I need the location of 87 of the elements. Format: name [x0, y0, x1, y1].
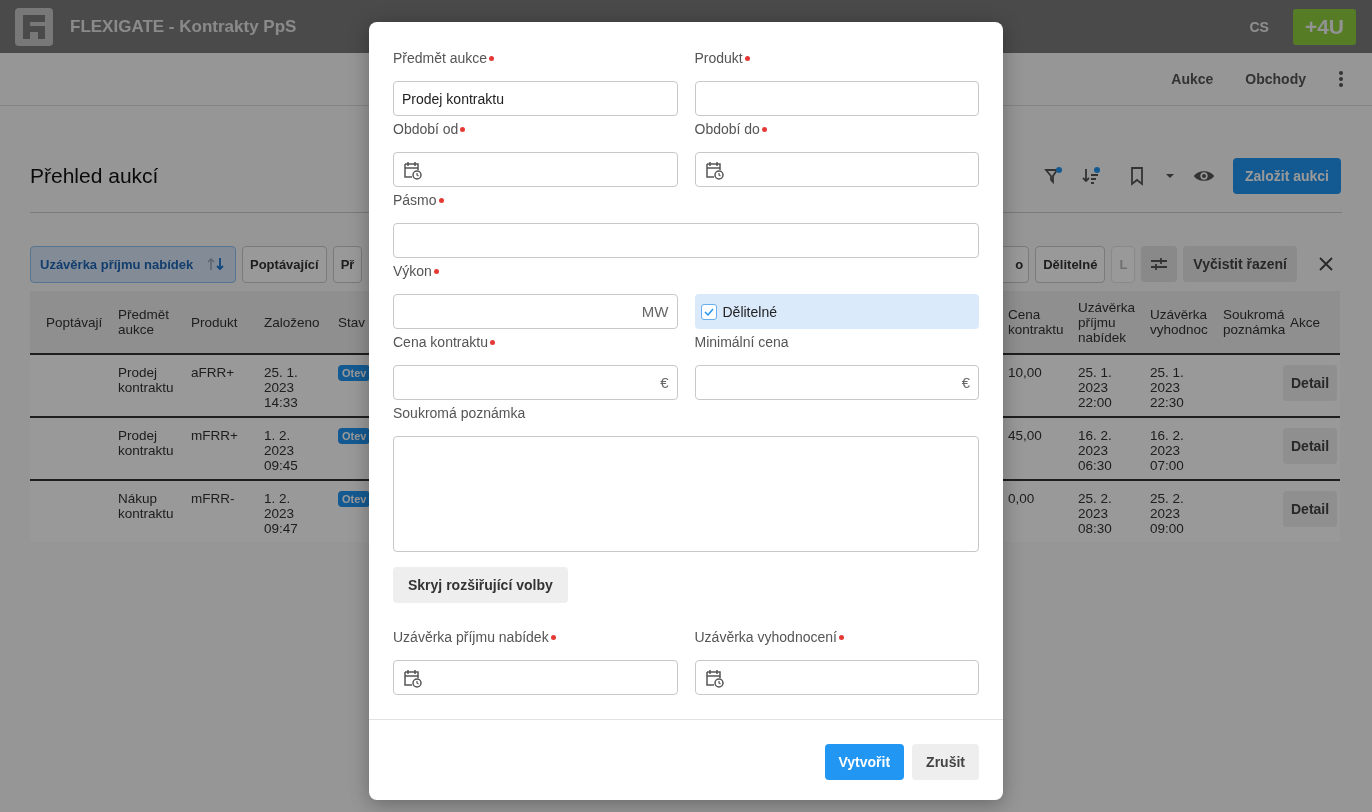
nav-link[interactable]: Aukce	[1171, 71, 1214, 87]
date-field[interactable]	[393, 660, 678, 695]
status-badge: Otev	[338, 365, 371, 381]
sort-chip[interactable]: Př	[332, 245, 363, 283]
table-cell-text: 25. 1. 2023 22:30	[1150, 365, 1185, 410]
detail-button[interactable]: Detail	[1283, 491, 1338, 527]
detail-button[interactable]: Detail	[1283, 428, 1338, 464]
field-label: Minimální cena	[694, 334, 789, 350]
textarea-field[interactable]	[393, 436, 979, 552]
toggle-options-button[interactable]: Skryj rozšiřující volby	[393, 567, 568, 603]
column-header: Produkt	[191, 314, 238, 330]
table-cell: 0,00	[1008, 491, 1035, 506]
field-label: Období od	[393, 121, 466, 137]
table-cell: mFRR-	[191, 491, 235, 506]
sort-chip[interactable]: Uzávěrka příjmu nabídek	[30, 245, 236, 283]
sort-chip[interactable]: Poptávající	[242, 245, 327, 283]
tune-button[interactable]	[1141, 246, 1178, 282]
table-cell: Prodej kontraktu	[118, 428, 174, 458]
field-label: Produkt	[694, 50, 750, 66]
table-cell-text: 25. 1. 2023 22:00	[1078, 365, 1113, 410]
column-header: Stav	[338, 314, 365, 330]
column-header: Uzávěrka příjmu nabídek	[1078, 299, 1137, 345]
page-title: Přehled aukcí	[30, 164, 159, 188]
column-header: Založeno	[264, 314, 320, 330]
clear-sort-button[interactable]: Vyčistit řazení	[1183, 246, 1297, 282]
column-header: Uzávěrka vyhodnoc	[1150, 307, 1209, 337]
create-auction-button[interactable]: Založit aukci	[1232, 158, 1341, 194]
status-badge: Otev	[338, 428, 371, 444]
field-label: Cena kontraktu	[393, 334, 495, 350]
table-cell-text: 1. 2. 2023 09:45	[264, 428, 299, 473]
create-button[interactable]: Vytvořit	[824, 744, 905, 780]
table-cell-text: 25. 2. 2023 09:00	[1150, 491, 1185, 536]
more-icon[interactable]	[1338, 70, 1344, 88]
column-header: Soukromá poznámka	[1223, 307, 1286, 337]
close-icon[interactable]	[1319, 257, 1333, 271]
table-cell-text: 16. 2. 2023 06:30	[1078, 428, 1113, 473]
eye-icon[interactable]	[1192, 168, 1215, 184]
input-field[interactable]	[694, 81, 979, 116]
calendar-clock-icon[interactable]	[402, 667, 422, 688]
logo-icon	[14, 6, 54, 47]
table-cell: 45,00	[1008, 428, 1042, 443]
table-cell: aFRR+	[191, 365, 235, 380]
column-header: Cena kontraktu	[1008, 307, 1065, 337]
detail-button[interactable]: Detail	[1283, 365, 1338, 401]
calendar-clock-icon[interactable]	[703, 667, 724, 688]
nav-link[interactable]: Obchody	[1245, 71, 1306, 87]
column-header: Předmět aukce	[118, 307, 171, 337]
checkbox-label: Dělitelné	[722, 303, 777, 320]
date-field[interactable]	[393, 152, 678, 187]
input-field[interactable]: €	[694, 365, 979, 400]
table-cell: mFRR+	[191, 428, 238, 443]
filter-icon[interactable]	[1042, 166, 1063, 186]
input-field[interactable]: Prodej kontraktu	[393, 81, 678, 116]
date-field[interactable]	[694, 152, 979, 187]
field-label: Soukromá poznámka	[393, 405, 526, 421]
table-cell: Nákup kontraktu	[118, 491, 174, 521]
calendar-clock-icon[interactable]	[402, 159, 422, 180]
sort-direction-icon	[206, 256, 226, 272]
status-badge: Otev	[338, 491, 371, 507]
checkbox[interactable]	[700, 303, 717, 320]
table-cell: 10,00	[1008, 365, 1042, 380]
table-cell: Prodej kontraktu	[118, 365, 174, 395]
input-field[interactable]: €	[393, 365, 678, 400]
input-field[interactable]: MW	[393, 294, 678, 329]
field-label: Předmět aukce	[393, 50, 495, 66]
table-cell-text: 25. 2. 2023 08:30	[1078, 491, 1113, 536]
checkbox-field[interactable]: Dělitelné	[694, 294, 979, 329]
caret-icon[interactable]	[1164, 171, 1175, 181]
sort-icon[interactable]	[1080, 166, 1101, 186]
table-cell-text: 1. 2. 2023 09:47	[264, 491, 299, 536]
sort-chip[interactable]: Dělitelné	[1035, 245, 1106, 283]
app-title: FLEXIGATE - Kontrakty PpS	[70, 16, 297, 37]
field-label: Uzávěrka vyhodnocení	[694, 629, 844, 645]
field-label: Výkon	[393, 263, 439, 279]
cancel-button[interactable]: Zrušit	[912, 744, 979, 780]
field-label: Uzávěrka příjmu nabídek	[393, 629, 556, 645]
field-label: Pásmo	[393, 192, 444, 208]
input-field[interactable]	[393, 223, 979, 258]
column-header: Poptávají	[46, 314, 103, 330]
field-label: Období do	[694, 121, 767, 137]
column-header: Akce	[1290, 314, 1320, 330]
table-cell-text: 25. 1. 2023 14:33	[264, 365, 299, 410]
calendar-clock-icon[interactable]	[703, 159, 724, 180]
language-code[interactable]: CS	[1249, 18, 1269, 35]
table-cell-text: 16. 2. 2023 07:00	[1150, 428, 1185, 473]
tune-icon	[1149, 256, 1170, 272]
date-field[interactable]	[694, 660, 979, 695]
